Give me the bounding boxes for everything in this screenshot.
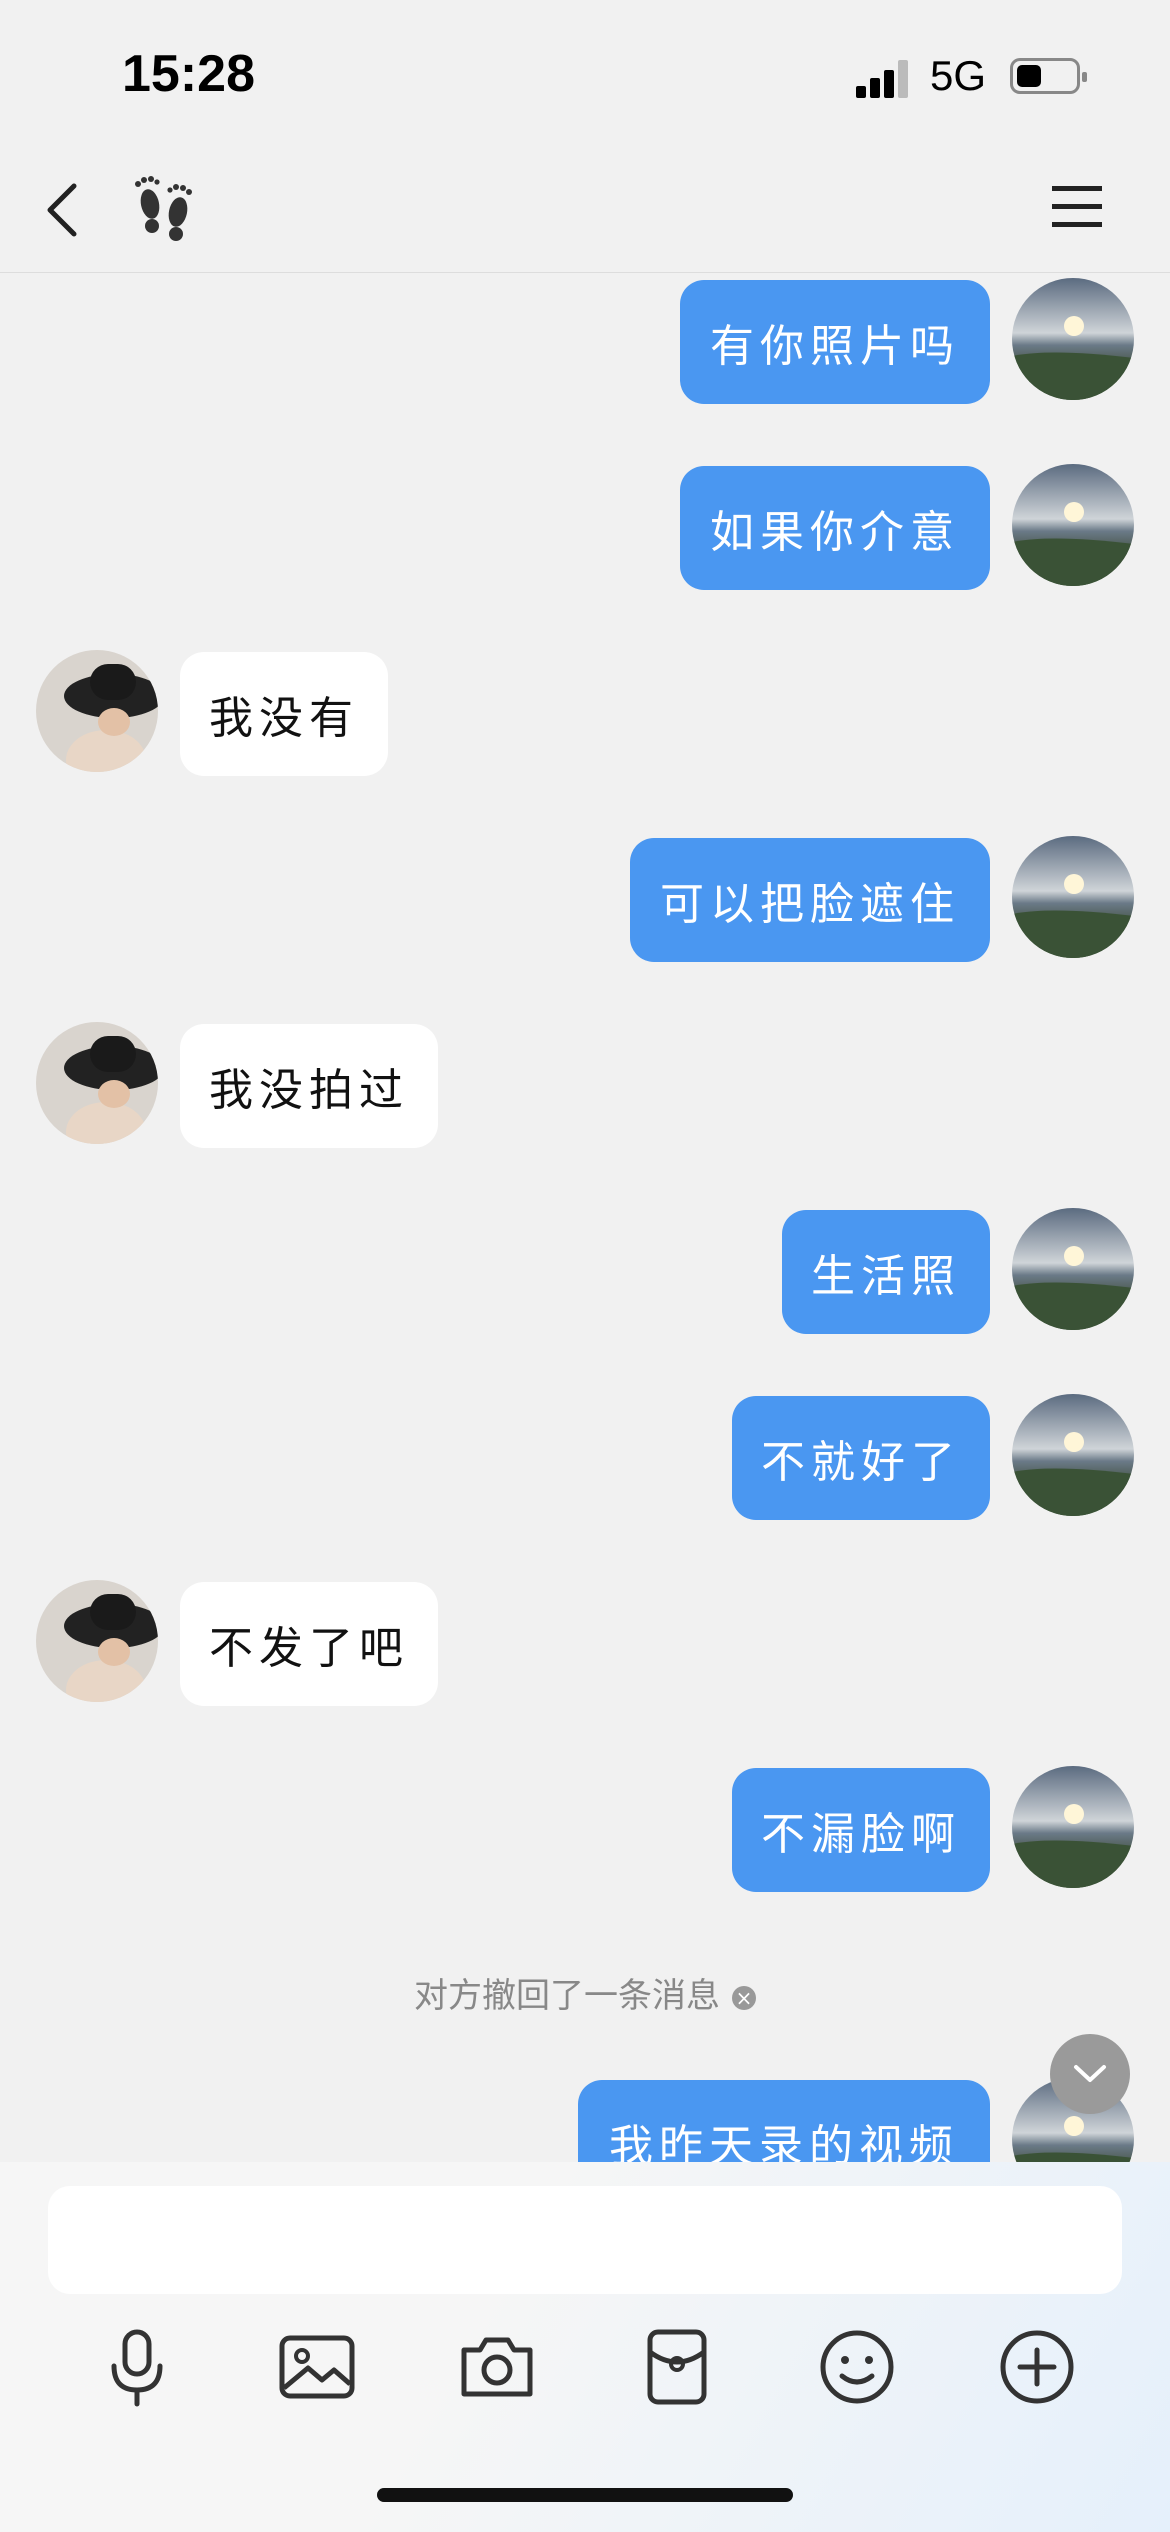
image-icon[interactable] xyxy=(272,2322,362,2412)
contact-avatar[interactable] xyxy=(36,1580,158,1702)
message-row: 可以把脸遮住 xyxy=(0,836,1170,976)
battery-icon xyxy=(1010,58,1087,94)
chat-header xyxy=(0,150,1170,273)
recall-notice: 对方撤回了一条消息 × xyxy=(0,1968,1170,2017)
signal-icon xyxy=(856,58,912,98)
my-avatar[interactable] xyxy=(1012,1208,1134,1330)
my-message-bubble[interactable]: 如果你介意 xyxy=(680,466,990,590)
my-message-bubble[interactable]: 我昨天录的视频 xyxy=(578,2080,990,2162)
message-row: 不发了吧 xyxy=(0,1580,1170,1720)
message-row: 不就好了 xyxy=(0,1394,1170,1534)
scroll-to-bottom-button[interactable] xyxy=(1050,2034,1130,2114)
contact-avatar[interactable] xyxy=(36,1022,158,1144)
my-message-bubble[interactable]: 不就好了 xyxy=(732,1396,990,1520)
contact-avatar[interactable] xyxy=(36,650,158,772)
message-list[interactable]: 有你照片吗 如果你介意 我没有 可以把脸遮住 我没拍过 生活照 不就好了 不发了… xyxy=(0,272,1170,2162)
status-time: 15:28 xyxy=(122,45,255,103)
message-row: 不漏脸啊 xyxy=(0,1766,1170,1906)
chevron-down-icon xyxy=(1074,2065,1106,2082)
footprint-icon[interactable] xyxy=(130,174,198,244)
status-bar: 15:28 5G xyxy=(0,0,1170,150)
my-avatar[interactable] xyxy=(1012,464,1134,586)
composer-toolbar xyxy=(0,2322,1170,2432)
composer xyxy=(0,2162,1170,2532)
menu-icon[interactable] xyxy=(1052,184,1102,230)
message-row: 生活照 xyxy=(0,1208,1170,1348)
my-avatar[interactable] xyxy=(1012,1766,1134,1888)
contact-message-bubble[interactable]: 不发了吧 xyxy=(180,1582,438,1706)
network-type: 5G xyxy=(930,52,987,99)
back-chevron-icon[interactable] xyxy=(40,180,90,240)
close-small-icon: × xyxy=(732,1985,756,2010)
message-row: 有你照片吗 xyxy=(0,278,1170,418)
emoji-icon[interactable] xyxy=(812,2322,902,2412)
message-row: 我昨天录的视频 xyxy=(0,2078,1170,2162)
my-avatar[interactable] xyxy=(1012,278,1134,400)
plus-icon[interactable] xyxy=(992,2322,1082,2412)
microphone-icon[interactable] xyxy=(92,2322,182,2412)
message-row: 我没有 xyxy=(0,650,1170,790)
camera-icon[interactable] xyxy=(452,2322,542,2412)
message-row: 我没拍过 xyxy=(0,1022,1170,1162)
message-input[interactable] xyxy=(48,2186,1122,2294)
my-message-bubble[interactable]: 生活照 xyxy=(782,1210,990,1334)
my-avatar[interactable] xyxy=(1012,1394,1134,1516)
contact-message-bubble[interactable]: 我没有 xyxy=(180,652,388,776)
my-message-bubble[interactable]: 有你照片吗 xyxy=(680,280,990,404)
home-indicator xyxy=(377,2488,793,2502)
recall-notice-text: 对方撤回了一条消息 xyxy=(414,1976,720,2016)
message-row: 如果你介意 xyxy=(0,464,1170,604)
my-message-bubble[interactable]: 不漏脸啊 xyxy=(732,1768,990,1892)
my-message-bubble[interactable]: 可以把脸遮住 xyxy=(630,838,990,962)
red-packet-icon[interactable] xyxy=(632,2322,722,2412)
my-avatar[interactable] xyxy=(1012,836,1134,958)
contact-message-bubble[interactable]: 我没拍过 xyxy=(180,1024,438,1148)
